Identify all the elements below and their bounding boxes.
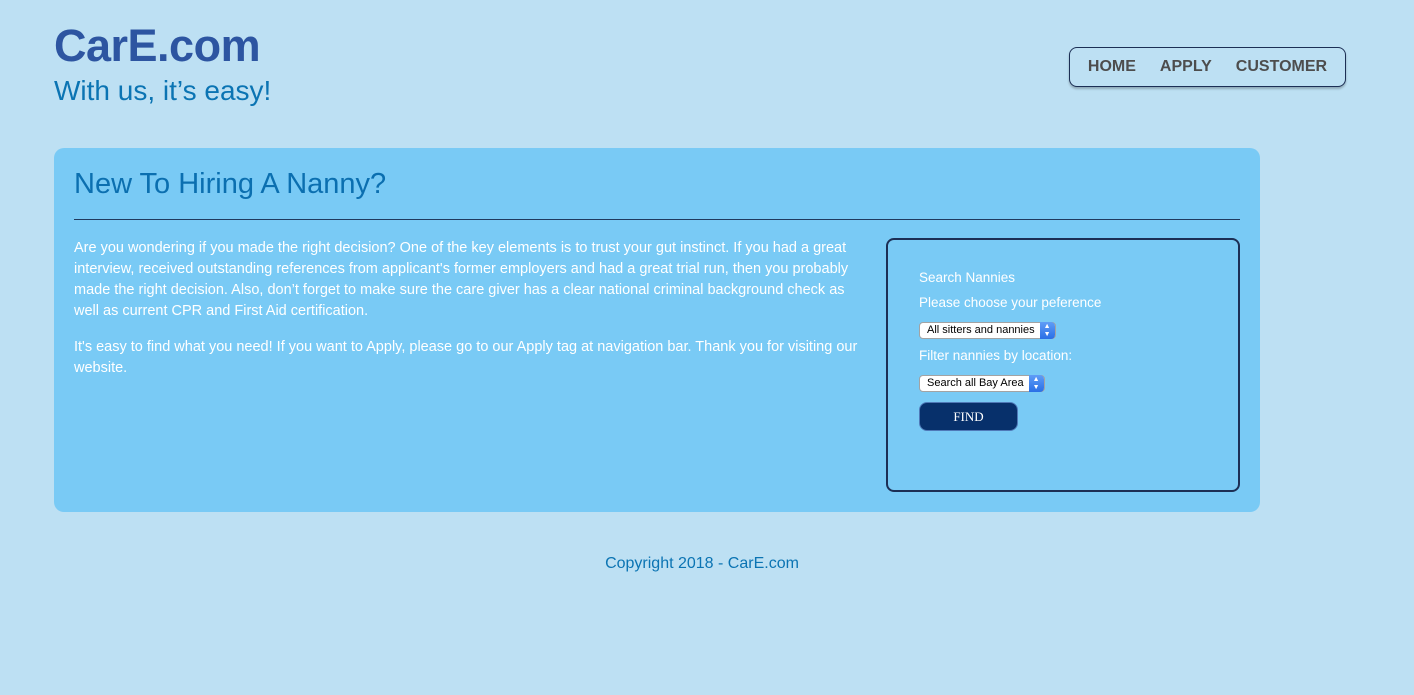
find-button[interactable]: FIND [919,402,1018,431]
select-arrows-icon: ▲ ▼ [1028,375,1044,392]
title-divider [74,219,1240,220]
preference-label: Please choose your peference [919,295,1102,310]
nav-customer-link[interactable]: CUSTOMER [1236,58,1327,76]
preference-select[interactable]: All sitters and nannies ▲ ▼ [919,322,1056,339]
intro-text: Are you wondering if you made the right … [74,238,866,394]
preference-select-value: All sitters and nannies [927,324,1035,336]
select-arrows-icon: ▲ ▼ [1039,322,1055,339]
main-panel: New To Hiring A Nanny? Are you wondering… [54,148,1260,512]
location-select[interactable]: Search all Bay Area ▲ ▼ [919,375,1045,392]
location-select-value: Search all Bay Area [927,377,1024,389]
footer-copyright: Copyright 2018 - CarE.com [605,555,799,572]
site-logo: CarE.com [54,20,261,71]
location-label: Filter nannies by location: [919,348,1073,363]
main-nav: HOME APPLY CUSTOMER [1069,47,1346,87]
page-title: New To Hiring A Nanny? [74,168,387,200]
search-nannies-box: Search Nannies Please choose your pefere… [886,238,1240,492]
intro-paragraph-2: It's easy to find what you need! If you … [74,339,858,376]
search-heading: Search Nannies [919,270,1016,285]
nav-apply-link[interactable]: APPLY [1160,58,1212,76]
site-tagline: With us, it’s easy! [54,75,272,106]
nav-home-link[interactable]: HOME [1088,58,1136,76]
intro-paragraph-1: Are you wondering if you made the right … [74,240,849,319]
